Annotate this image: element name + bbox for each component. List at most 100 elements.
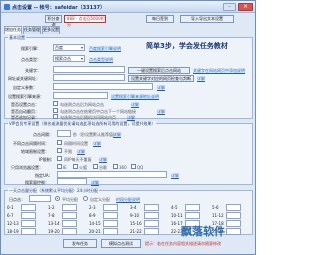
url-label: 网址或关键网址： — [8, 76, 40, 81]
hour-slot-input[interactable] — [226, 204, 241, 211]
keyword-label: 关键字： — [25, 68, 41, 73]
browser-qq-checkbox[interactable] — [131, 164, 136, 169]
tab-add-task[interactable]: 增加任务 — [4, 26, 22, 34]
hour-slot-input[interactable] — [144, 212, 159, 219]
hour-slot-input[interactable] — [226, 220, 241, 227]
ip-limit-link[interactable]: 详解 — [99, 157, 107, 163]
account-strip: 积分查询 888 · 点击回5000积分 每日签到 导入导出文本设置 — [4, 15, 254, 27]
region-link[interactable]: 详解 — [77, 149, 85, 155]
hour-slot: 7-8 — [48, 212, 79, 219]
title-bar: 点击设置 -- 帐号：safeidar（33137） – × — [1, 1, 255, 13]
referer-input[interactable] — [53, 92, 108, 99]
app-icon — [4, 4, 10, 10]
interval-link[interactable]: 详解 — [93, 141, 101, 147]
referer-help-link[interactable]: 设置搜索引擎来源地址说明 — [111, 94, 159, 100]
hour-slot-label: 21-22 — [130, 229, 142, 234]
click-type-help-link[interactable]: 点击类型说明 — [89, 57, 113, 63]
click-delay-input[interactable] — [57, 130, 71, 137]
hour-slot: 12-13 — [7, 220, 38, 227]
search-count-input[interactable] — [57, 178, 87, 185]
option2-checkbox[interactable] — [53, 108, 58, 113]
hour-slot-label: 20-21 — [89, 229, 101, 234]
browser-firefox-checkbox[interactable] — [73, 164, 78, 169]
search-engine-help-link[interactable]: 百度搜索引擎说明 — [89, 46, 121, 52]
custom-distribution-radio[interactable] — [83, 196, 88, 201]
url-input[interactable] — [53, 74, 125, 81]
search-engine-label: 搜索引擎： — [21, 46, 41, 51]
hour-slot-input[interactable] — [21, 228, 36, 235]
footer-note: 提示：若在任务内容相关描述请勿随意修改 — [145, 241, 221, 246]
tab-more-settings[interactable]: 更多设置 — [42, 26, 60, 34]
hour-slot-input[interactable] — [62, 204, 77, 211]
hour-slot-input[interactable] — [144, 220, 159, 227]
simulate-click-button[interactable]: 模拟点击测试 — [101, 239, 141, 248]
hour-slot: 6-7 — [7, 212, 38, 219]
option3-checkbox[interactable] — [53, 114, 58, 119]
click-type-select[interactable]: 搜索点击 — [53, 55, 85, 62]
keyword-check-link[interactable]: 详解 — [197, 76, 205, 82]
hour-slot-input[interactable] — [21, 212, 36, 219]
search-engine-select[interactable]: 百度 — [53, 44, 85, 51]
window-title: 点击设置 -- 帐号：safeidar（33137） — [12, 5, 106, 11]
ua-link[interactable]: 详解 — [171, 173, 179, 179]
average-distribution-radio[interactable] — [55, 196, 60, 201]
hour-slot-input[interactable] — [144, 228, 159, 235]
browser-chrome-checkbox[interactable] — [93, 164, 98, 169]
hour-slot-label: 13-14 — [48, 221, 60, 226]
hour-slot-input[interactable] — [103, 204, 118, 211]
hour-slot: 1-2 — [48, 204, 79, 211]
browser-360-label: 360 — [119, 165, 127, 170]
custom-param-input[interactable] — [53, 83, 153, 90]
keyword-help-link[interactable]: 关键字在网站网页中添加说明 — [193, 68, 245, 74]
option1-link[interactable]: 详解 — [131, 102, 139, 108]
browser-ie-checkbox[interactable] — [57, 164, 62, 169]
hour-slot: 3-4 — [130, 204, 161, 211]
hour-slot-input[interactable] — [103, 228, 118, 235]
schedule-help-link[interactable]: 时段分配说明 — [116, 197, 140, 203]
hour-slot-input[interactable] — [144, 204, 159, 211]
option1-text: 勾选则点击后为网站点击 — [60, 102, 104, 107]
hour-slot-input[interactable] — [62, 220, 77, 227]
hour-slot-input[interactable] — [103, 212, 118, 219]
option2-link[interactable]: 详解 — [157, 109, 165, 115]
hour-slot-label: 15-16 — [130, 221, 142, 226]
submit-task-button[interactable]: 发布任务 — [63, 239, 97, 248]
keyword-input[interactable] — [53, 66, 125, 73]
hour-slot-input[interactable] — [185, 204, 200, 211]
hour-slot: 13-14 — [48, 220, 79, 227]
browser-360-checkbox[interactable] — [113, 164, 118, 169]
one-click-setup-button[interactable]: 一键设置搜索后点击网站 — [128, 67, 190, 74]
close-button[interactable]: × — [238, 3, 253, 11]
hour-slot-input[interactable] — [226, 212, 241, 219]
ua-label: 指定UA： — [35, 173, 53, 178]
ip-limit-checkbox[interactable] — [57, 156, 62, 161]
click-delay-label: 点击间隔： — [33, 132, 53, 137]
hour-slot-input[interactable] — [226, 228, 241, 235]
custom-param-link[interactable]: 详解 — [157, 85, 165, 91]
promo-headline[interactable]: 简单3步，学会发任务教材 — [146, 41, 228, 51]
hour-slot-label: 11-12 — [212, 213, 224, 218]
region-checkbox[interactable] — [57, 148, 62, 153]
hour-slot-input[interactable] — [103, 220, 118, 227]
hour-slot-input[interactable] — [62, 212, 77, 219]
search-count-link[interactable]: 详解 — [91, 180, 99, 186]
ua-input[interactable] — [57, 171, 167, 178]
click-delay-link[interactable]: 详解 — [113, 132, 121, 138]
keyword-check-button[interactable]: 设置关键字对应的网页检查与判断 — [128, 75, 194, 82]
hour-slot-input[interactable] — [185, 212, 200, 219]
daily-click-input[interactable] — [29, 195, 51, 202]
import-export-button[interactable]: 导入导出文本设置 — [180, 15, 234, 23]
option1-checkbox[interactable] — [53, 101, 58, 106]
hour-slot-input[interactable] — [21, 220, 36, 227]
browser-qq-label: QQ — [137, 165, 144, 170]
hour-slot-label: 9-10 — [130, 213, 140, 218]
hour-slot-input[interactable] — [62, 228, 77, 235]
tab-task-manage[interactable]: 任务管理 — [23, 26, 41, 34]
hour-slot: 15-16 — [130, 220, 161, 227]
daily-signin-button[interactable]: 每日签到 — [146, 15, 174, 23]
hour-slot-input[interactable] — [21, 204, 36, 211]
interval-checkbox[interactable] — [57, 140, 62, 145]
points-query-button[interactable]: 积分查询 — [45, 15, 62, 27]
minimize-button[interactable]: – — [223, 3, 236, 11]
ip-limit-label: IP限制： — [39, 157, 55, 162]
